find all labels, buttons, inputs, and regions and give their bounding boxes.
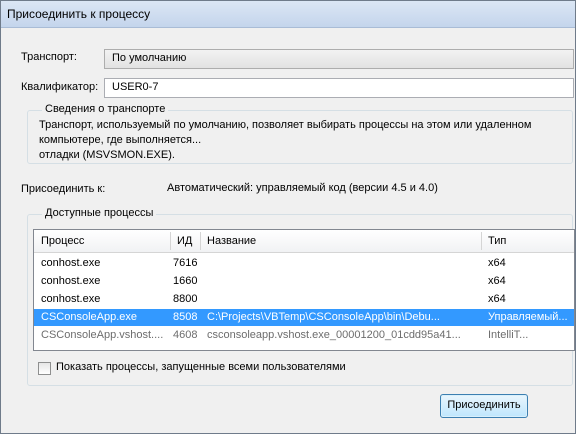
title-bar: Присоединить к процессу <box>1 1 575 28</box>
attach-button[interactable]: Присоединить <box>440 394 528 418</box>
process-type-cell: x64 <box>488 293 506 305</box>
process-id-cell: 8508 <box>173 311 198 323</box>
attach-to-label: Присоединить к: <box>21 183 106 195</box>
process-id-cell: 4608 <box>173 329 198 341</box>
window-title: Присоединить к процессу <box>7 7 151 21</box>
process-title-cell: csconsoleapp.vshost.exe_00001200_01cdd95… <box>207 329 461 341</box>
process-name-cell: CSConsoleApp.vshost.... <box>41 329 164 341</box>
process-name-cell: conhost.exe <box>41 257 101 269</box>
transport-info-line-2: компьютере, где выполняется... <box>39 134 202 146</box>
process-type-cell: x64 <box>488 257 506 269</box>
process-type-cell: Управляемый... <box>488 311 568 323</box>
attach-to-field[interactable]: Автоматический: управляемый код (версии … <box>159 179 574 199</box>
process-type-cell: IntelliT... <box>488 329 529 341</box>
qualifier-value: USER0-7 <box>112 81 159 93</box>
process-row[interactable]: CSConsoleApp.vshost.... 4608 csconsoleap… <box>34 327 574 344</box>
available-processes-title: Доступные процессы <box>42 207 157 219</box>
process-list-header: Процесс ИД Название Тип <box>34 230 574 253</box>
process-name-cell: conhost.exe <box>41 293 101 305</box>
transport-label: Транспорт: <box>21 51 77 63</box>
column-divider[interactable] <box>481 232 482 250</box>
process-type-cell: x64 <box>488 275 506 287</box>
transport-value: По умолчанию <box>112 52 187 64</box>
column-header-name[interactable]: Название <box>207 235 256 247</box>
process-name-cell: conhost.exe <box>41 275 101 287</box>
column-header-process[interactable]: Процесс <box>41 235 84 247</box>
transport-info-title: Сведения о транспорте <box>42 103 169 115</box>
show-all-users-label[interactable]: Показать процессы, запущенные всеми поль… <box>56 361 346 373</box>
column-divider[interactable] <box>170 232 171 250</box>
process-title-cell: C:\Projects\VBTemp\CSConsoleApp\bin\Debu… <box>207 311 440 323</box>
process-id-cell: 8800 <box>173 293 198 305</box>
process-row-selected[interactable]: CSConsoleApp.exe 8508 C:\Projects\VBTemp… <box>34 309 574 326</box>
qualifier-label: Квалификатор: <box>21 81 99 93</box>
process-row[interactable]: conhost.exe 7616 x64 <box>34 255 574 272</box>
process-id-cell: 7616 <box>173 257 198 269</box>
attach-to-value: Автоматический: управляемый код (версии … <box>167 182 438 194</box>
attach-button-label: Присоединить <box>447 399 521 411</box>
column-divider[interactable] <box>200 232 201 250</box>
qualifier-input[interactable]: USER0-7 <box>104 78 574 98</box>
process-list[interactable]: Процесс ИД Название Тип conhost.exe 7616… <box>33 229 575 351</box>
attach-to-process-dialog: Присоединить к процессу Транспорт: По ум… <box>0 0 576 434</box>
show-all-users-checkbox[interactable] <box>38 362 51 375</box>
transport-info-line-3: отладки (MSVSMON.EXE). <box>39 149 175 161</box>
process-row[interactable]: conhost.exe 8800 x64 <box>34 291 574 308</box>
process-row[interactable]: conhost.exe 1660 x64 <box>34 273 574 290</box>
column-header-type[interactable]: Тип <box>488 235 506 247</box>
transport-info-line-1: Транспорт, используемый по умолчанию, по… <box>39 119 532 131</box>
column-header-id[interactable]: ИД <box>177 235 192 247</box>
process-id-cell: 1660 <box>173 275 198 287</box>
transport-dropdown[interactable]: По умолчанию <box>104 49 574 69</box>
process-name-cell: CSConsoleApp.exe <box>41 311 138 323</box>
